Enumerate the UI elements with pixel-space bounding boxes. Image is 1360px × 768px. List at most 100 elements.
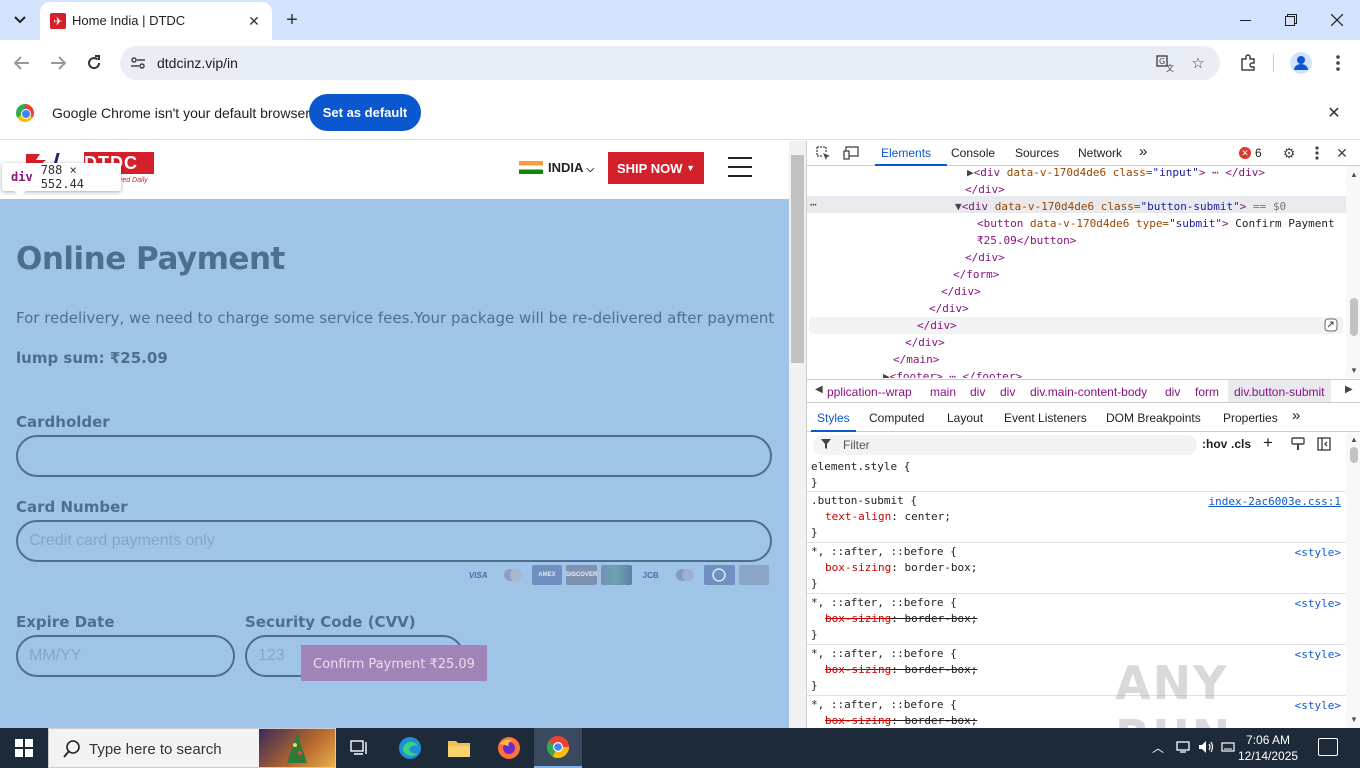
close-window-button[interactable] [1314, 0, 1360, 40]
property-value[interactable]: center; [904, 510, 950, 523]
dom-node-line[interactable]: </div> [941, 283, 981, 300]
property-name[interactable]: box-sizing [825, 612, 891, 625]
inspect-element-icon[interactable] [815, 145, 831, 161]
cardholder-input[interactable] [16, 435, 772, 477]
set-as-default-button[interactable]: Set as default [309, 94, 421, 131]
network-icon[interactable] [1176, 740, 1190, 754]
tab-layout[interactable]: Layout [947, 411, 983, 425]
tab-styles[interactable]: Styles [817, 411, 850, 425]
rule-declaration[interactable]: box-sizing: border-box; [825, 611, 977, 627]
tab-dom-breakpoints[interactable]: DOM Breakpoints [1106, 411, 1201, 425]
breadcrumb-item[interactable]: pplication--wrap [827, 385, 912, 399]
scroll-up-icon[interactable]: ▲ [1350, 435, 1358, 444]
tab-network[interactable]: Network [1078, 146, 1122, 160]
dom-node-line[interactable]: </div> [917, 317, 957, 334]
property-name[interactable]: box-sizing [825, 561, 891, 574]
new-rule-icon[interactable]: + [1263, 433, 1273, 453]
device-toolbar-icon[interactable] [843, 145, 859, 161]
rule-source-link[interactable]: <style> [1295, 546, 1341, 559]
tab-computed[interactable]: Computed [869, 411, 924, 425]
breadcrumb-scroll-right-icon[interactable]: ▶ [1345, 384, 1353, 395]
rule-selector[interactable]: element.style { [811, 459, 910, 475]
property-name[interactable]: box-sizing [825, 663, 891, 676]
bookmark-star-icon[interactable]: ☆ [1189, 54, 1207, 72]
breadcrumb-item[interactable]: main [930, 385, 956, 399]
card-number-input[interactable]: Credit card payments only [16, 520, 772, 562]
expire-date-input[interactable]: MM/YY [16, 635, 235, 677]
dom-node-line[interactable]: </div> [965, 249, 1005, 266]
dom-tree-scrollbar[interactable]: ▲ ▼ [1346, 166, 1360, 378]
keyboard-layout-icon[interactable] [1221, 740, 1235, 754]
tab-sources[interactable]: Sources [1015, 146, 1059, 160]
firefox-app[interactable] [485, 728, 533, 768]
forward-button[interactable] [43, 48, 73, 78]
breadcrumb-item[interactable]: div [1165, 385, 1180, 399]
dom-node-line[interactable]: ▶<footer> ⋯ </footer> [883, 368, 1022, 378]
dom-node-line[interactable]: </div> [965, 181, 1005, 198]
property-value[interactable]: border-box; [904, 561, 977, 574]
chrome-menu-icon[interactable] [1325, 50, 1351, 76]
address-bar[interactable]: dtdcinz.vip/in G文 ☆ [120, 46, 1220, 80]
property-name[interactable]: box-sizing [825, 714, 891, 727]
dom-node-line[interactable]: <button data-v-170d4de6 type="submit"> C… [977, 215, 1335, 232]
breadcrumb-item[interactable]: div [970, 385, 985, 399]
tab-close-icon[interactable]: ✕ [244, 11, 264, 31]
property-name[interactable]: text-align [825, 510, 891, 523]
rule-selector[interactable]: .button-submit { [811, 493, 917, 509]
notification-center-icon[interactable] [1318, 738, 1338, 756]
rule-source-link[interactable]: <style> [1295, 597, 1341, 610]
ship-now-button[interactable]: SHIP NOW ▼ [608, 152, 704, 184]
browser-tab[interactable]: ✈ Home India | DTDC ✕ [40, 2, 272, 40]
styles-filter-input[interactable]: Filter [813, 435, 1197, 455]
new-tab-button[interactable]: + [280, 8, 304, 32]
minimize-button[interactable] [1222, 0, 1268, 40]
rule-declaration[interactable]: box-sizing: border-box; [825, 713, 977, 728]
rule-source-link[interactable]: index-2ac6003e.css:1 [1209, 495, 1341, 508]
dom-node-line[interactable]: </main> [893, 351, 939, 368]
breadcrumb-item-active[interactable]: div.button-submit [1228, 380, 1331, 402]
tab-properties[interactable]: Properties [1223, 411, 1278, 425]
node-more-icon[interactable]: ⋯ [810, 196, 817, 213]
tray-chevron-up-icon[interactable]: ︿ [1152, 739, 1164, 756]
scroll-down-icon[interactable]: ▼ [1350, 366, 1358, 375]
breadcrumb-item[interactable]: div [1000, 385, 1015, 399]
rule-selector[interactable]: *, ::after, ::before { [811, 646, 957, 662]
rule-declaration[interactable]: box-sizing: border-box; [825, 662, 977, 678]
start-button[interactable] [0, 728, 48, 768]
dom-node-line[interactable]: </div> [905, 334, 945, 351]
dom-node-line[interactable]: ▶<div data-v-170d4de6 class="input"> ⋯ <… [967, 166, 1265, 181]
node-scroll-icon[interactable] [1324, 318, 1338, 332]
breadcrumb-scroll-left-icon[interactable]: ◀ [815, 384, 823, 395]
page-scrollbar[interactable] [789, 141, 806, 728]
page-scrollbar-thumb[interactable] [791, 155, 804, 363]
property-value[interactable]: border-box; [904, 612, 977, 625]
property-value[interactable]: border-box; [904, 663, 977, 676]
paint-brush-icon[interactable] [1291, 437, 1305, 451]
dom-tree-scrollbar-thumb[interactable] [1350, 298, 1358, 336]
edge-app[interactable] [386, 728, 434, 768]
rule-selector[interactable]: *, ::after, ::before { [811, 697, 957, 713]
translate-icon[interactable]: G文 [1156, 54, 1174, 72]
extensions-icon[interactable] [1235, 50, 1261, 76]
dom-node-line[interactable]: </div> [929, 300, 969, 317]
site-info-icon[interactable] [130, 55, 146, 71]
dom-node-line[interactable]: </form> [953, 266, 999, 283]
rule-selector[interactable]: *, ::after, ::before { [811, 544, 957, 560]
profile-avatar-icon[interactable] [1288, 50, 1314, 76]
chrome-app[interactable] [534, 728, 582, 768]
class-toggle-button[interactable]: .cls [1231, 437, 1251, 451]
breadcrumb-item[interactable]: div.main-content-body [1030, 385, 1147, 399]
close-devtools-icon[interactable]: ✕ [1334, 145, 1350, 161]
hover-state-button[interactable]: :hov [1202, 437, 1227, 451]
property-value[interactable]: border-box; [904, 714, 977, 727]
rule-selector[interactable]: *, ::after, ::before { [811, 595, 957, 611]
reload-button[interactable] [79, 48, 109, 78]
tab-elements[interactable]: Elements [881, 146, 931, 160]
task-view-button[interactable] [336, 728, 384, 768]
settings-gear-icon[interactable]: ⚙ [1281, 145, 1297, 161]
more-tabs-icon[interactable]: » [1139, 143, 1147, 160]
dom-node-line[interactable]: ₹25.09</button> [977, 232, 1076, 249]
hamburger-menu-icon[interactable] [728, 157, 752, 177]
taskbar-clock[interactable]: 7:06 AM 12/14/2025 [1238, 732, 1298, 764]
styles-scrollbar-thumb[interactable] [1350, 447, 1358, 463]
